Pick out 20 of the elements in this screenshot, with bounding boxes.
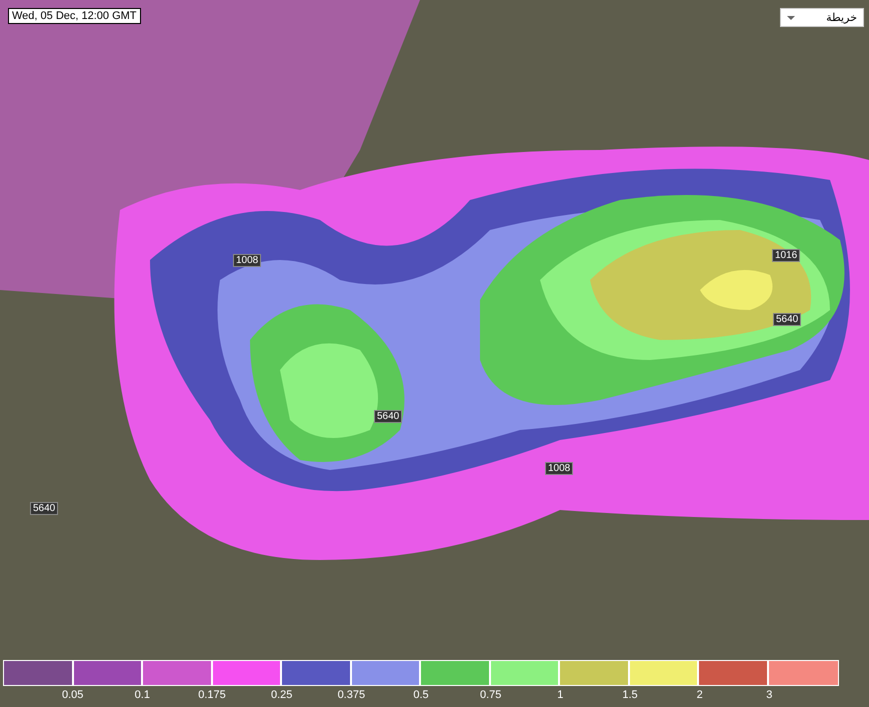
timestamp-label: Wed, 05 Dec, 12:00 GMT [8,8,141,24]
legend-label: 0.25 [270,689,292,701]
contour-label: 1008 [233,254,262,267]
legend-label: 0.375 [338,689,366,701]
legend-label: 0.75 [480,689,502,701]
layer-dropdown[interactable]: خريطة [780,8,864,27]
contour-label: 5640 [30,502,58,515]
legend-label: 2 [696,689,703,701]
legend-label: 0.5 [413,689,429,701]
contour-label: 5640 [773,313,802,326]
legend-label: 0.175 [198,689,226,701]
legend-label: 0.1 [134,689,150,701]
legend-label: 3 [766,689,772,701]
contour-label: 1008 [545,462,574,475]
contour-label: 1016 [772,249,800,262]
legend-label: 1.5 [622,689,638,701]
legend-label: 0.05 [62,689,84,701]
caret-icon [787,16,795,20]
contour-label: 5640 [374,410,402,423]
legend-label: 1 [557,689,564,701]
